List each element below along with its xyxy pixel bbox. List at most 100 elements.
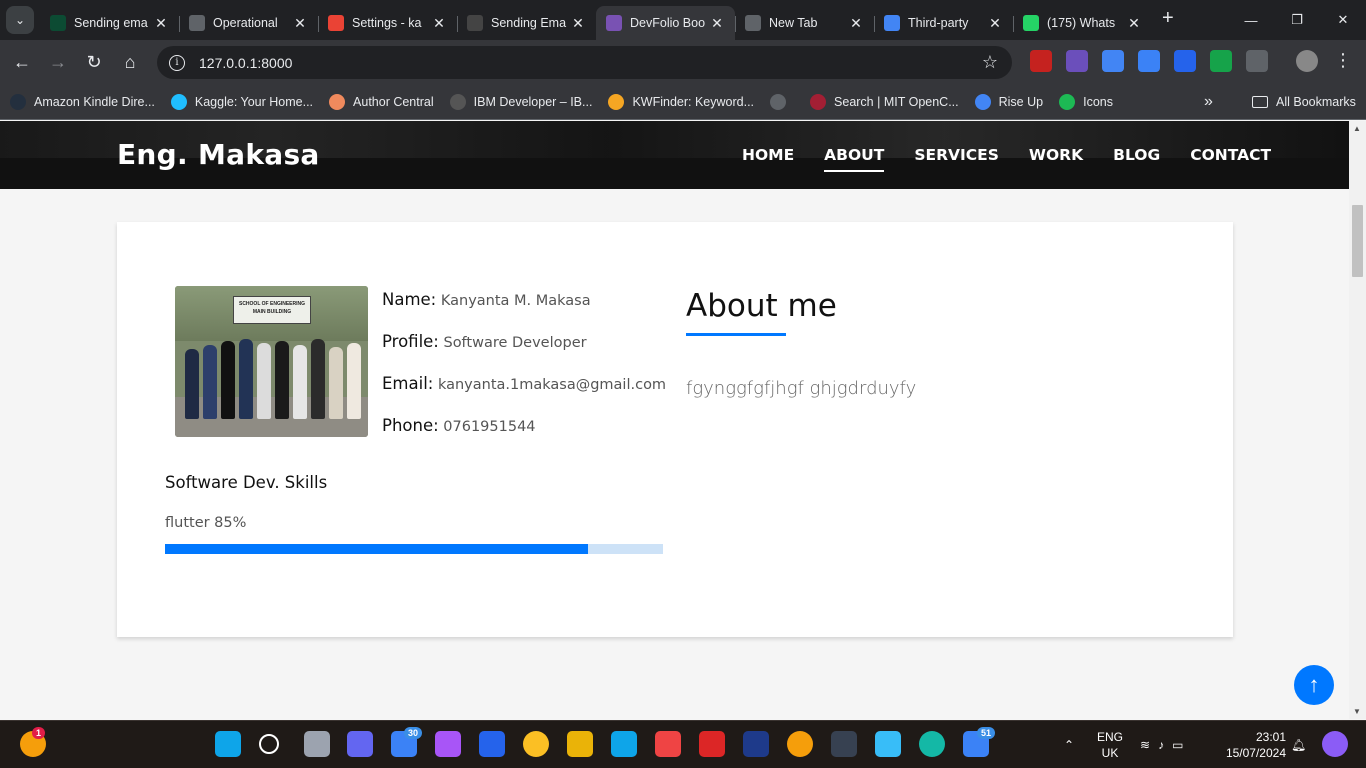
- bookmark-item[interactable]: [770, 94, 794, 110]
- battery-icon[interactable]: ▭: [1172, 738, 1183, 752]
- close-tab-icon[interactable]: ✕: [709, 15, 725, 32]
- more-bookmarks-chevron-icon[interactable]: »: [1204, 93, 1213, 111]
- extension-icon[interactable]: [1174, 50, 1196, 72]
- file-explorer-icon[interactable]: [567, 731, 593, 757]
- bookmark-item[interactable]: KWFinder: Keyword...: [608, 94, 754, 110]
- browser-tab[interactable]: Sending Ema ✕: [457, 6, 596, 40]
- bookmark-item[interactable]: Kaggle: Your Home...: [170, 94, 313, 110]
- terminal-icon[interactable]: [831, 731, 857, 757]
- task-view-icon[interactable]: [304, 731, 330, 757]
- tray-chevron-icon[interactable]: ⌃: [1064, 721, 1074, 768]
- nav-link-about[interactable]: ABOUT: [824, 146, 885, 172]
- scroll-up-arrow-icon[interactable]: ▲: [1353, 124, 1361, 133]
- close-window-button[interactable]: ✕: [1320, 0, 1366, 40]
- extension-icon[interactable]: [1030, 50, 1052, 72]
- browser-tab[interactable]: Sending ema ✕: [40, 6, 179, 40]
- tab-search-button[interactable]: ⌄: [6, 6, 34, 34]
- scroll-down-arrow-icon[interactable]: ▼: [1353, 707, 1361, 716]
- gmail-icon: [328, 15, 344, 31]
- notifications-bell-icon[interactable]: 🔔︎: [1291, 721, 1306, 768]
- close-tab-icon[interactable]: ✕: [987, 15, 1003, 32]
- nav-link-home[interactable]: HOME: [742, 146, 794, 164]
- volume-icon[interactable]: ♪: [1158, 738, 1164, 752]
- extension-icon[interactable]: [1138, 50, 1160, 72]
- all-bookmarks-button[interactable]: All Bookmarks: [1252, 95, 1356, 109]
- chrome-active-icon[interactable]: [787, 731, 813, 757]
- bookmark-item[interactable]: Search | MIT OpenC...: [810, 94, 959, 110]
- home-button[interactable]: ⌂: [112, 45, 148, 81]
- forward-button[interactable]: →: [40, 45, 76, 81]
- globe-icon: [189, 15, 205, 31]
- close-tab-icon[interactable]: ✕: [848, 15, 864, 32]
- new-tab-button[interactable]: +: [1162, 7, 1174, 30]
- nav-link-blog[interactable]: BLOG: [1113, 146, 1160, 164]
- calendar-icon[interactable]: [479, 731, 505, 757]
- bookmark-item[interactable]: Amazon Kindle Dire...: [10, 94, 155, 110]
- extension-icon[interactable]: [1066, 50, 1088, 72]
- restore-button[interactable]: ❐: [1274, 0, 1320, 40]
- nav-link-contact[interactable]: CONTACT: [1190, 146, 1271, 164]
- browser-tab[interactable]: Settings - ka ✕: [318, 6, 457, 40]
- translate-extension-icon[interactable]: [1102, 50, 1124, 72]
- photo-building-sign: SCHOOL OF ENGINEERING MAIN BUILDING: [233, 296, 311, 324]
- close-tab-icon[interactable]: ✕: [1126, 15, 1142, 32]
- bookmark-item[interactable]: IBM Developer – IB...: [449, 94, 593, 110]
- wifi-icon[interactable]: ≋: [1140, 738, 1150, 752]
- site-brand[interactable]: Eng. Makasa: [117, 138, 320, 171]
- extension-icon[interactable]: [1210, 50, 1232, 72]
- bookmark-item[interactable]: Author Central: [329, 94, 434, 110]
- close-tab-icon[interactable]: ✕: [570, 15, 586, 32]
- back-to-top-button[interactable]: ↑: [1294, 665, 1334, 705]
- url-text: 127.0.0.1:8000: [199, 54, 293, 71]
- vscode-icon[interactable]: [611, 731, 637, 757]
- page-scrollbar[interactable]: ▲ ▼: [1349, 121, 1366, 719]
- nav-link-services[interactable]: SERVICES: [914, 146, 999, 164]
- close-tab-icon[interactable]: ✕: [153, 15, 169, 32]
- bookmark-label: IBM Developer – IB...: [473, 95, 593, 109]
- snipping-tool-icon[interactable]: [655, 731, 681, 757]
- clipchamp-icon[interactable]: [435, 731, 461, 757]
- close-tab-icon[interactable]: ✕: [292, 15, 308, 32]
- language-indicator[interactable]: ENG UK: [1097, 729, 1123, 761]
- skill-progress-bar: [165, 544, 663, 554]
- bookmark-label: Search | MIT OpenC...: [834, 95, 959, 109]
- mail-badge: 30: [404, 727, 423, 739]
- meet-icon[interactable]: [347, 731, 373, 757]
- mit-ocw-icon: [810, 94, 827, 110]
- notepad-icon[interactable]: [875, 731, 901, 757]
- name-label: Name:: [382, 290, 437, 309]
- site-info-icon[interactable]: i: [169, 54, 185, 71]
- site-navbar: Eng. Makasa HOME ABOUT SERVICES WORK BLOG CON…: [0, 121, 1349, 189]
- extensions-puzzle-icon[interactable]: [1246, 50, 1268, 72]
- minimize-button[interactable]: —: [1228, 0, 1274, 40]
- scrollbar-thumb[interactable]: [1352, 205, 1363, 277]
- photo-person: [329, 347, 343, 419]
- chrome-icon[interactable]: [523, 731, 549, 757]
- nav-link-work[interactable]: WORK: [1029, 146, 1083, 164]
- browser-tab[interactable]: Third-party ✕: [874, 6, 1013, 40]
- browser-tab[interactable]: (175) Whats ✕: [1013, 6, 1152, 40]
- globe-icon: [770, 94, 787, 110]
- close-tab-icon[interactable]: ✕: [431, 15, 447, 32]
- browser-tab[interactable]: DevFolio Boo ✕: [596, 6, 735, 40]
- app-circle-icon[interactable]: [919, 731, 945, 757]
- tab-title: Sending ema: [74, 16, 148, 30]
- wps-office-icon[interactable]: [699, 731, 725, 757]
- profile-area: ⋮: [1296, 50, 1354, 74]
- search-icon[interactable]: [259, 734, 279, 754]
- bookmark-item[interactable]: Icons: [1059, 94, 1113, 110]
- avatar[interactable]: [1296, 50, 1318, 72]
- browser-tab[interactable]: Operational ✕: [179, 6, 318, 40]
- brightness-app-icon[interactable]: [743, 731, 769, 757]
- reload-button[interactable]: ↻: [76, 45, 112, 81]
- bookmark-item[interactable]: Rise Up: [974, 94, 1043, 110]
- address-bar[interactable]: i 127.0.0.1:8000 ☆: [157, 46, 1012, 79]
- clock[interactable]: 23:01 15/07/2024: [1224, 729, 1286, 761]
- bookmark-star-icon[interactable]: ☆: [982, 52, 998, 73]
- about-title-underline: [686, 333, 786, 336]
- browser-tab[interactable]: New Tab ✕: [735, 6, 874, 40]
- start-windows-icon[interactable]: [215, 731, 241, 757]
- copilot-icon[interactable]: [1322, 731, 1348, 757]
- back-button[interactable]: ←: [4, 45, 40, 81]
- menu-kebab-icon[interactable]: ⋮: [1332, 50, 1354, 72]
